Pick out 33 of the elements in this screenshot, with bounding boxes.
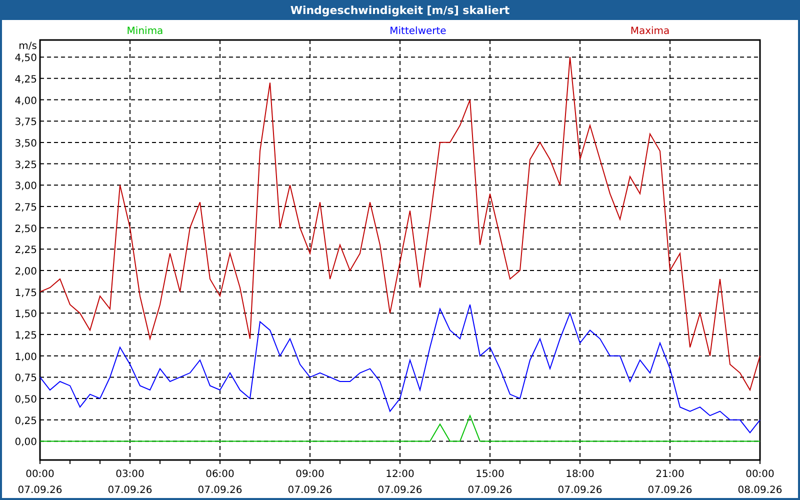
axis-tick-label: 21:00 07.09.26 bbox=[648, 469, 692, 496]
axis-tick-label: 06:00 07.09.26 bbox=[198, 469, 242, 496]
axis-tick-label: 12:00 07.09.26 bbox=[378, 469, 422, 496]
axis-tick-label: 15:00 07.09.26 bbox=[468, 469, 512, 496]
window-title: Windgeschwindigkeit [m/s] skaliert bbox=[290, 4, 510, 16]
axis-tick-label: 03:00 07.09.26 bbox=[108, 469, 152, 496]
axis-tick-label: 3,00 bbox=[14, 181, 37, 192]
axis-tick-label: 4,50 bbox=[14, 53, 37, 64]
axis-tick-label: 4,25 bbox=[14, 74, 37, 86]
axis-tick-label: 1,50 bbox=[14, 309, 37, 320]
axis-tick-label: 3,75 bbox=[14, 117, 37, 128]
axis-tick-label: 2,25 bbox=[14, 245, 37, 256]
axis-tick-label: 2,50 bbox=[14, 224, 37, 235]
legend-label: Maxima bbox=[630, 26, 670, 37]
axis-tick-label: 2,75 bbox=[14, 202, 37, 214]
axis-tick-label: 4,00 bbox=[14, 96, 37, 107]
axis-tick-label: 00:00 07.09.26 bbox=[18, 469, 62, 496]
axis-tick-label: 0,00 bbox=[14, 437, 37, 448]
axis-tick-label: 0,50 bbox=[14, 394, 37, 406]
axis-tick-label: 3,50 bbox=[14, 138, 37, 150]
legend-label: Minima bbox=[126, 26, 164, 37]
axis-tick-label: 18:00 07.09.26 bbox=[558, 469, 602, 496]
axis-tick-label: 2,00 bbox=[14, 266, 37, 278]
axis-tick-label: 0,75 bbox=[14, 373, 37, 384]
legend-label: Mittelwerte bbox=[390, 26, 446, 37]
axis-tick-label: 09:00 07.09.26 bbox=[288, 469, 332, 496]
y-axis-unit: m/s bbox=[18, 41, 37, 52]
axis-tick-label: 3,25 bbox=[14, 160, 37, 171]
axis-tick-label: 1,75 bbox=[14, 288, 37, 299]
axis-tick-label: 1,25 bbox=[14, 330, 37, 342]
axis-tick-label: 00:00 08.09.26 bbox=[738, 469, 782, 496]
axis-tick-label: 0,25 bbox=[14, 416, 37, 427]
axis-tick-label: 1,00 bbox=[14, 352, 37, 363]
